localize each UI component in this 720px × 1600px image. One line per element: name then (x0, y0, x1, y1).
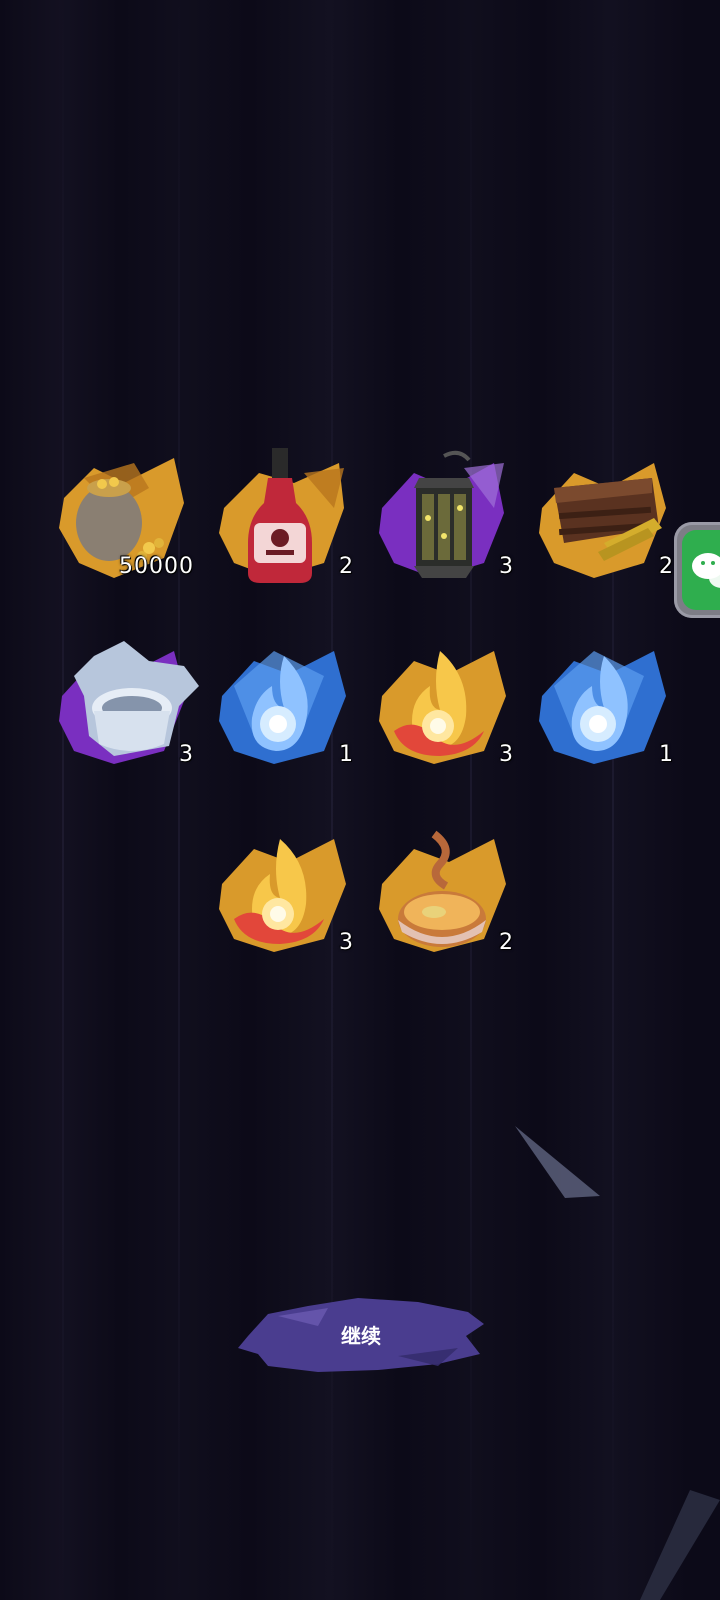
orange-flame-icon (219, 839, 346, 952)
iron-lantern-icon (379, 450, 504, 578)
soup-bowl-icon (379, 830, 506, 952)
reward-item-blue-flame[interactable]: 1 (214, 636, 354, 776)
side-tab[interactable] (674, 522, 720, 618)
reward-count: 3 (339, 930, 354, 955)
reward-item-iron-lantern[interactable]: 3 (374, 448, 514, 588)
background-shard (640, 1490, 720, 1600)
background-streak (62, 0, 64, 1600)
reward-item-orange-flame[interactable]: 3 (214, 824, 354, 964)
reward-item-frost-stone-cup[interactable]: 3 (54, 636, 199, 776)
red-potion-bottle-icon (219, 448, 344, 583)
orange-flame-icon (379, 651, 506, 764)
reward-item-wooden-crate[interactable]: 2 (534, 448, 674, 588)
reward-screen: 50000 2 3 2 3 1 3 1 3 2 继续 (0, 0, 720, 1600)
reward-count: 3 (499, 742, 514, 767)
reward-item-soup-bowl[interactable]: 2 (374, 824, 514, 964)
reward-count: 2 (499, 930, 514, 955)
reward-item-gold-sack[interactable]: 50000 (54, 448, 194, 588)
continue-button-label: 继续 (341, 1324, 381, 1348)
reward-item-orange-flame[interactable]: 3 (374, 636, 514, 776)
continue-button[interactable]: 继续 (238, 1296, 484, 1376)
reward-item-red-potion-bottle[interactable]: 2 (214, 448, 354, 588)
wechat-icon (692, 553, 720, 588)
reward-count: 2 (659, 554, 674, 579)
side-tab-background (682, 530, 720, 610)
reward-count: 3 (179, 742, 194, 767)
reward-count: 50000 (119, 554, 194, 579)
reward-count: 1 (659, 742, 674, 767)
background-shard (515, 1126, 600, 1198)
frost-stone-cup-icon (59, 641, 199, 764)
reward-count: 1 (339, 742, 354, 767)
background-streak (612, 0, 614, 1600)
wooden-crate-icon (539, 463, 666, 578)
reward-item-blue-flame[interactable]: 1 (534, 636, 674, 776)
blue-flame-icon (539, 651, 666, 764)
reward-count: 2 (339, 554, 354, 579)
reward-count: 3 (499, 554, 514, 579)
background-streak (178, 0, 180, 1600)
blue-flame-icon (219, 651, 346, 764)
